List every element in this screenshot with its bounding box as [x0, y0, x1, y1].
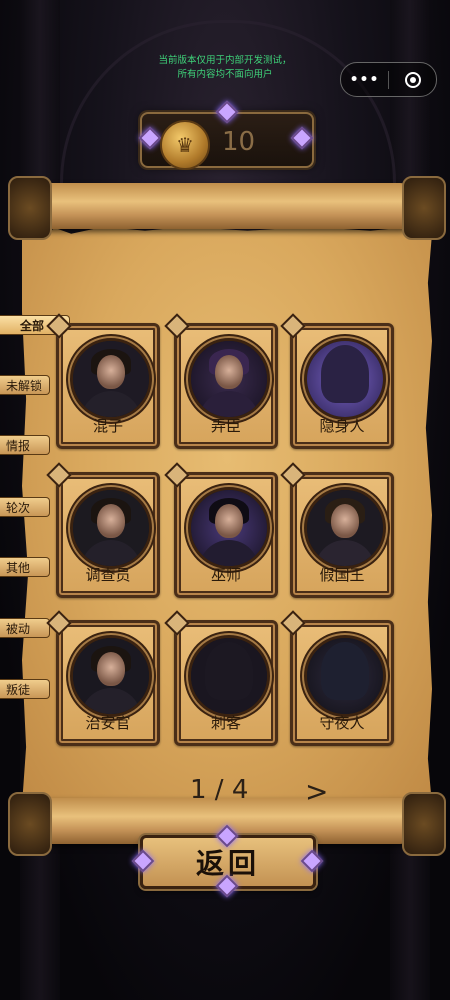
miniprogram-capsule: •••: [340, 62, 437, 97]
tab-rounds[interactable]: 轮次: [0, 497, 50, 517]
character-card[interactable]: 隐身人: [280, 313, 394, 449]
more-icon: •••: [349, 71, 380, 88]
character-name: 巫师: [210, 566, 241, 584]
character-card[interactable]: 巫师: [164, 462, 278, 598]
next-page-button[interactable]: >: [305, 775, 328, 808]
more-button[interactable]: •••: [341, 63, 388, 96]
character-name: 刺客: [210, 714, 241, 732]
character-card[interactable]: 守夜人: [280, 610, 394, 746]
scroll-knob-icon: [8, 792, 52, 856]
character-portrait: [304, 635, 386, 717]
character-name: 弄臣: [210, 417, 241, 435]
character-name: 调查员: [85, 566, 131, 584]
scroll-knob-icon: [8, 176, 52, 240]
tab-intel[interactable]: 情报: [0, 435, 50, 455]
coin-icon: ♛: [160, 120, 210, 170]
character-portrait: [188, 487, 270, 569]
scroll-roll-top: [30, 183, 420, 229]
close-button[interactable]: [389, 71, 436, 88]
character-name: 假国王: [319, 566, 365, 584]
character-portrait: [70, 487, 152, 569]
character-portrait: [188, 338, 270, 420]
close-target-icon: [404, 71, 421, 88]
currency-value: 10: [222, 127, 256, 157]
page-indicator: 1 / 4: [190, 775, 249, 805]
scroll-knob-icon: [402, 176, 446, 240]
tab-locked[interactable]: 未解锁: [0, 375, 50, 395]
character-name: 治安官: [85, 714, 131, 732]
character-card[interactable]: 混子: [46, 313, 160, 449]
character-name: 隐身人: [319, 417, 365, 435]
character-portrait: [304, 487, 386, 569]
character-portrait: [70, 338, 152, 420]
character-portrait: [70, 635, 152, 717]
character-portrait: [304, 338, 386, 420]
character-card[interactable]: 假国王: [280, 462, 394, 598]
character-card[interactable]: 调查员: [46, 462, 160, 598]
tab-passive[interactable]: 被动: [0, 618, 50, 638]
character-name: 混子: [92, 417, 123, 435]
character-portrait: [188, 635, 270, 717]
tab-other[interactable]: 其他: [0, 557, 50, 577]
character-card[interactable]: 弄臣: [164, 313, 278, 449]
scroll-knob-icon: [402, 792, 446, 856]
character-card[interactable]: 治安官: [46, 610, 160, 746]
character-name: 守夜人: [319, 714, 365, 732]
character-card[interactable]: 刺客: [164, 610, 278, 746]
tab-traitor[interactable]: 叛徒: [0, 679, 50, 699]
